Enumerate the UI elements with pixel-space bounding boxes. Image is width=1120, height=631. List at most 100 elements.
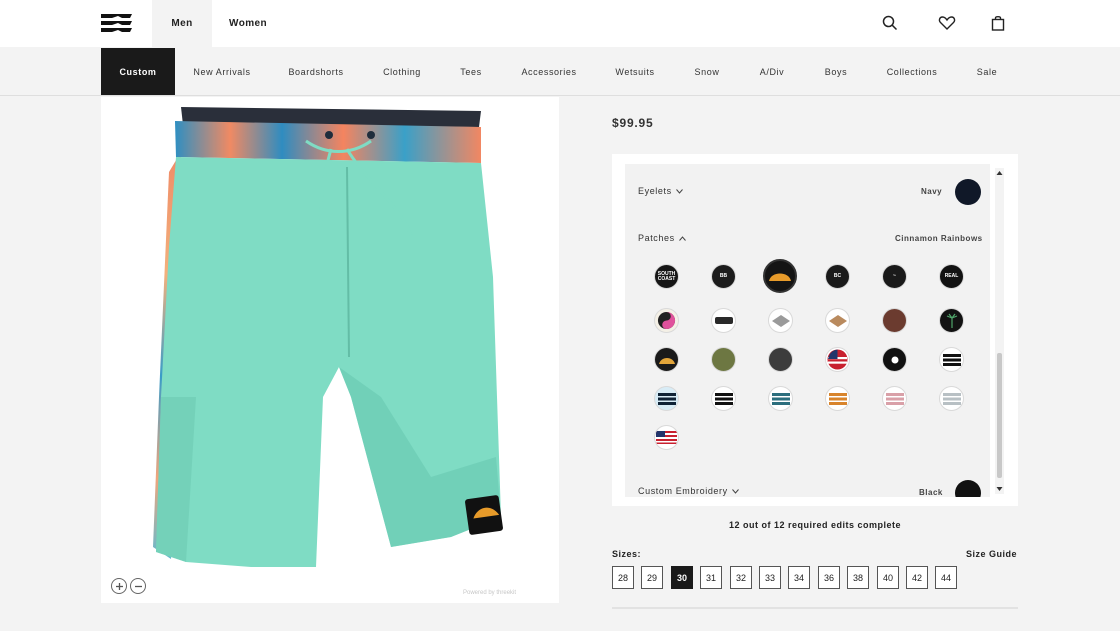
nav-accessories[interactable]: Accessories xyxy=(514,48,584,95)
patch-us-flag-round[interactable] xyxy=(825,347,850,372)
size-option-32[interactable]: 32 xyxy=(730,566,752,589)
size-option-28[interactable]: 28 xyxy=(612,566,634,589)
custom-embroidery-value: Black xyxy=(919,488,943,497)
patch-hand-black[interactable] xyxy=(882,347,907,372)
size-option-36[interactable]: 36 xyxy=(818,566,840,589)
patches-value: Cinnamon Rainbows xyxy=(895,234,983,243)
patch-wave-logo-blue[interactable] xyxy=(654,386,679,411)
patch-diamond-tan[interactable] xyxy=(825,308,850,333)
diamond-icon xyxy=(828,314,847,327)
scroll-down-arrow-icon[interactable] xyxy=(996,486,1003,492)
size-option-33[interactable]: 33 xyxy=(759,566,781,589)
patch-yin-yang[interactable] xyxy=(654,308,679,333)
tab-women[interactable]: Women xyxy=(218,0,278,47)
patch-wave-logo-teal[interactable] xyxy=(768,386,793,411)
palm-icon xyxy=(946,313,957,328)
patch-bc-black[interactable]: BC xyxy=(825,264,850,289)
powered-by-label: Powered by threekit xyxy=(463,590,517,596)
wave-logo-icon xyxy=(714,392,733,405)
yin-yang-icon xyxy=(657,311,676,330)
product-image-panel: Powered by threekit xyxy=(101,97,559,603)
minus-icon xyxy=(134,585,142,587)
zoom-in-button[interactable] xyxy=(111,578,127,594)
size-option-40[interactable]: 40 xyxy=(877,566,899,589)
size-option-42[interactable]: 42 xyxy=(906,566,928,589)
eyelets-label: Eyelets xyxy=(638,186,672,196)
size-guide-link[interactable]: Size Guide xyxy=(966,549,1017,559)
size-option-44[interactable]: 44 xyxy=(935,566,957,589)
patch-us-flag[interactable] xyxy=(654,425,679,450)
zoom-out-button[interactable] xyxy=(130,578,146,594)
nav-wetsuits[interactable]: Wetsuits xyxy=(607,48,663,95)
nav-clothing[interactable]: Clothing xyxy=(372,48,432,95)
size-option-29[interactable]: 29 xyxy=(641,566,663,589)
tab-men[interactable]: Men xyxy=(152,0,212,47)
patch-real[interactable]: REAL xyxy=(939,264,964,289)
patch-wave-logo-grey[interactable] xyxy=(939,386,964,411)
category-nav: Custom New Arrivals Boardshorts Clothing… xyxy=(0,47,1120,96)
edits-status: 12 out of 12 required edits complete xyxy=(728,520,902,530)
sunset-icon xyxy=(769,273,791,281)
patch-script-black[interactable]: ~ xyxy=(882,264,907,289)
bag-icon[interactable] xyxy=(989,14,1007,32)
custom-embroidery-label: Custom Embroidery xyxy=(638,486,728,496)
brand-logo[interactable] xyxy=(100,12,133,34)
diamond-icon xyxy=(771,314,790,327)
nav-collections[interactable]: Collections xyxy=(878,48,946,95)
patch-wave-logo-orange[interactable] xyxy=(825,386,850,411)
us-flag-icon xyxy=(656,431,677,444)
patch-wave-logo-white[interactable] xyxy=(939,347,964,372)
wave-logo-icon xyxy=(942,353,961,366)
patch-sunset-gold[interactable] xyxy=(654,347,679,372)
patch-wave-logo-pink[interactable] xyxy=(882,386,907,411)
bone-logo-icon xyxy=(714,317,733,324)
size-option-31[interactable]: 31 xyxy=(700,566,722,589)
nav-custom[interactable]: Custom xyxy=(101,48,175,95)
patch-wave-logo-black-white[interactable] xyxy=(711,386,736,411)
customization-options-panel: Eyelets Navy Patches Cinnamon Rainbows S… xyxy=(612,154,1018,506)
chevron-down-icon xyxy=(675,188,683,194)
patches-toggle[interactable]: Patches xyxy=(638,233,686,243)
patch-olive[interactable] xyxy=(711,347,736,372)
heart-icon[interactable] xyxy=(938,14,956,32)
nav-a-div[interactable]: A/Div xyxy=(753,48,791,95)
patch-diamond-grey[interactable] xyxy=(768,308,793,333)
nav-snow[interactable]: Snow xyxy=(688,48,726,95)
options-scroll-area[interactable]: Eyelets Navy Patches Cinnamon Rainbows S… xyxy=(625,164,990,497)
patch-south-coast[interactable]: SOUTH COAST xyxy=(654,264,679,289)
nav-boardshorts[interactable]: Boardshorts xyxy=(280,48,352,95)
nav-sale[interactable]: Sale xyxy=(968,48,1006,95)
chevron-down-icon xyxy=(731,488,739,494)
eyelets-navy-swatch[interactable] xyxy=(955,179,981,205)
patch-bone-logo[interactable] xyxy=(711,308,736,333)
wave-logo-icon xyxy=(657,392,676,405)
plus-icon xyxy=(115,582,123,590)
patch-brown[interactable] xyxy=(882,308,907,333)
size-option-30[interactable]: 30 xyxy=(671,566,693,589)
nav-tees[interactable]: Tees xyxy=(452,48,490,95)
scroll-up-arrow-icon[interactable] xyxy=(996,170,1003,176)
eyelets-toggle[interactable]: Eyelets xyxy=(638,186,683,196)
wave-logo-icon xyxy=(885,392,904,405)
patch-dark-pattern[interactable] xyxy=(768,347,793,372)
options-scrollbar-thumb[interactable] xyxy=(997,353,1002,478)
chevron-up-icon xyxy=(678,235,686,241)
patch-classic-black[interactable]: BB xyxy=(711,264,736,289)
boardshorts-image xyxy=(153,107,503,567)
patch-palm[interactable] xyxy=(939,308,964,333)
nav-new-arrivals[interactable]: New Arrivals xyxy=(186,48,258,95)
wave-logo-icon xyxy=(828,392,847,405)
custom-embroidery-toggle[interactable]: Custom Embroidery xyxy=(638,486,739,496)
patch-cinnamon-rainbows[interactable] xyxy=(763,259,797,293)
size-option-38[interactable]: 38 xyxy=(847,566,869,589)
embroidery-black-swatch[interactable] xyxy=(955,480,981,497)
eyelets-value: Navy xyxy=(921,187,943,196)
divider xyxy=(612,607,1018,609)
size-option-34[interactable]: 34 xyxy=(788,566,810,589)
us-flag-icon xyxy=(827,349,848,370)
options-scrollbar[interactable] xyxy=(995,168,1004,494)
wave-logo-icon xyxy=(942,392,961,405)
nav-boys[interactable]: Boys xyxy=(817,48,855,95)
sunset-icon xyxy=(658,357,675,364)
search-icon[interactable] xyxy=(881,14,899,32)
